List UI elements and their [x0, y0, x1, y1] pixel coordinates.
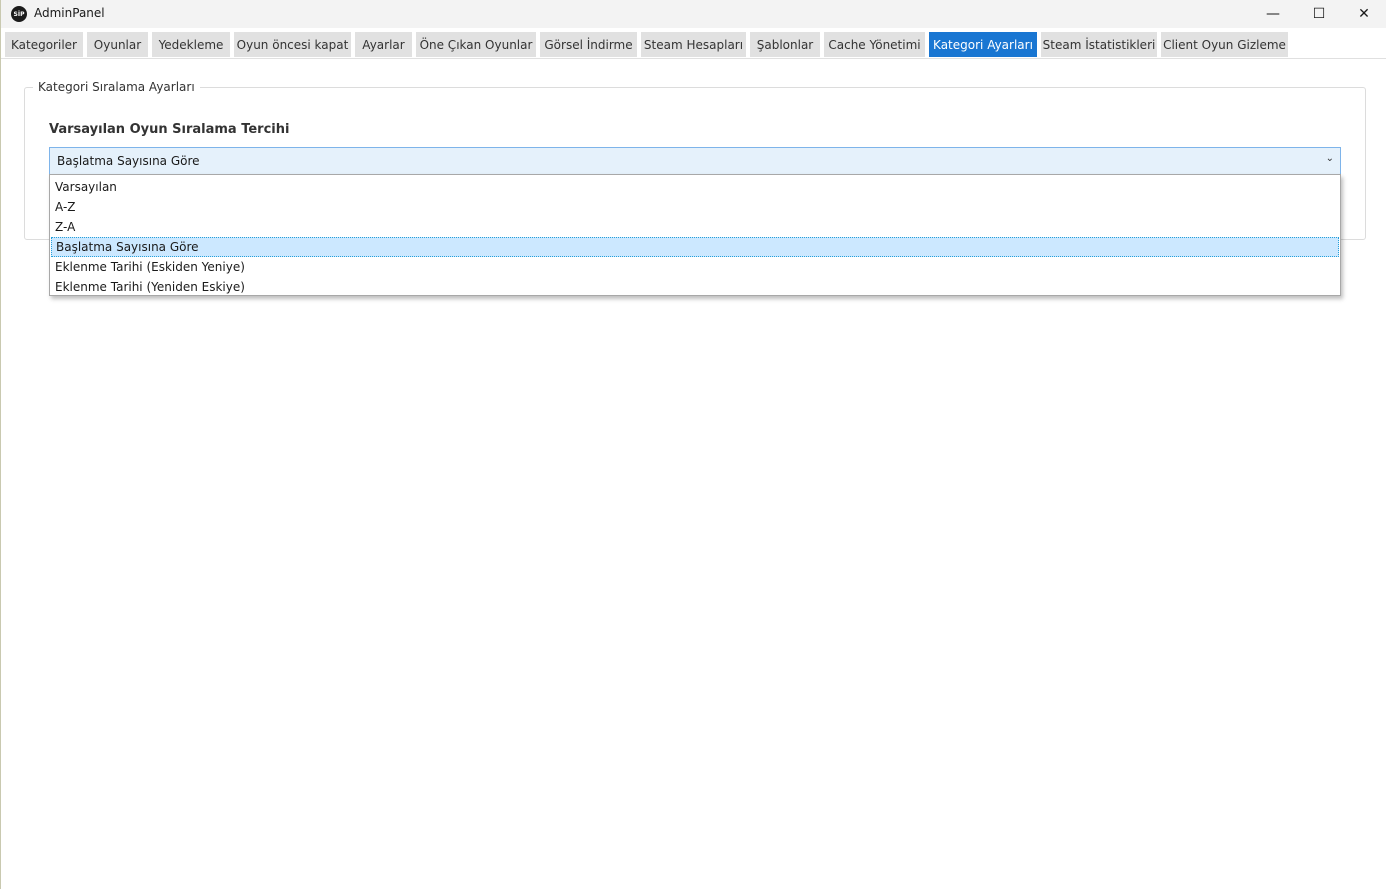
tab-yedekleme[interactable]: Yedekleme — [152, 32, 230, 57]
tab-gorsel-indirme[interactable]: Görsel İndirme — [540, 32, 637, 57]
minimize-button[interactable]: — — [1250, 0, 1296, 28]
option-varsayilan[interactable]: Varsayılan — [50, 177, 1340, 197]
close-button[interactable]: ✕ — [1341, 0, 1386, 28]
default-sort-label: Varsayılan Oyun Sıralama Tercihi — [49, 122, 290, 137]
tab-kategoriler[interactable]: Kategoriler — [5, 32, 83, 57]
sort-options-dropdown: Varsayılan A-Z Z-A Başlatma Sayısına Gör… — [49, 174, 1341, 296]
tab-oyunlar[interactable]: Oyunlar — [87, 32, 148, 57]
title-bar[interactable]: SİP AdminPanel — ☐ ✕ — [1, 0, 1386, 28]
option-z-a[interactable]: Z-A — [50, 217, 1340, 237]
option-eklenme-yeniden-eskiye[interactable]: Eklenme Tarihi (Yeniden Eskiye) — [50, 277, 1340, 297]
option-baslatma-sayisina-gore[interactable]: Başlatma Sayısına Göre — [51, 237, 1339, 257]
option-eklenme-eskiden-yeniye[interactable]: Eklenme Tarihi (Eskiden Yeniye) — [50, 257, 1340, 277]
window-title: AdminPanel — [34, 6, 105, 20]
app-logo-icon: SİP — [11, 6, 27, 22]
sort-preference-combobox[interactable]: Başlatma Sayısına Göre ⌄ — [49, 147, 1341, 175]
tab-oyun-oncesi-kapat[interactable]: Oyun öncesi kapat — [234, 32, 351, 57]
combo-selected-value: Başlatma Sayısına Göre — [57, 154, 200, 168]
option-a-z[interactable]: A-Z — [50, 197, 1340, 217]
tab-one-cikan-oyunlar[interactable]: Öne Çıkan Oyunlar — [416, 32, 536, 57]
tab-bar: Kategoriler Oyunlar Yedekleme Oyun önces… — [1, 30, 1386, 58]
tab-cache-yonetimi[interactable]: Cache Yönetimi — [824, 32, 925, 57]
tab-sablonlar[interactable]: Şablonlar — [750, 32, 820, 57]
chevron-down-icon[interactable]: ⌄ — [1326, 153, 1334, 164]
admin-panel-window: SİP AdminPanel — ☐ ✕ Kategoriler Oyunlar… — [0, 0, 1386, 889]
tab-steam-hesaplari[interactable]: Steam Hesapları — [641, 32, 746, 57]
tab-ayarlar[interactable]: Ayarlar — [355, 32, 412, 57]
tab-steam-istatistikleri[interactable]: Steam İstatistikleri — [1041, 32, 1157, 57]
tab-kategori-ayarlari[interactable]: Kategori Ayarları — [929, 32, 1037, 57]
group-title: Kategori Sıralama Ayarları — [33, 80, 200, 94]
maximize-button[interactable]: ☐ — [1296, 0, 1342, 28]
tab-client-oyun-gizleme[interactable]: Client Oyun Gizleme — [1161, 32, 1288, 57]
